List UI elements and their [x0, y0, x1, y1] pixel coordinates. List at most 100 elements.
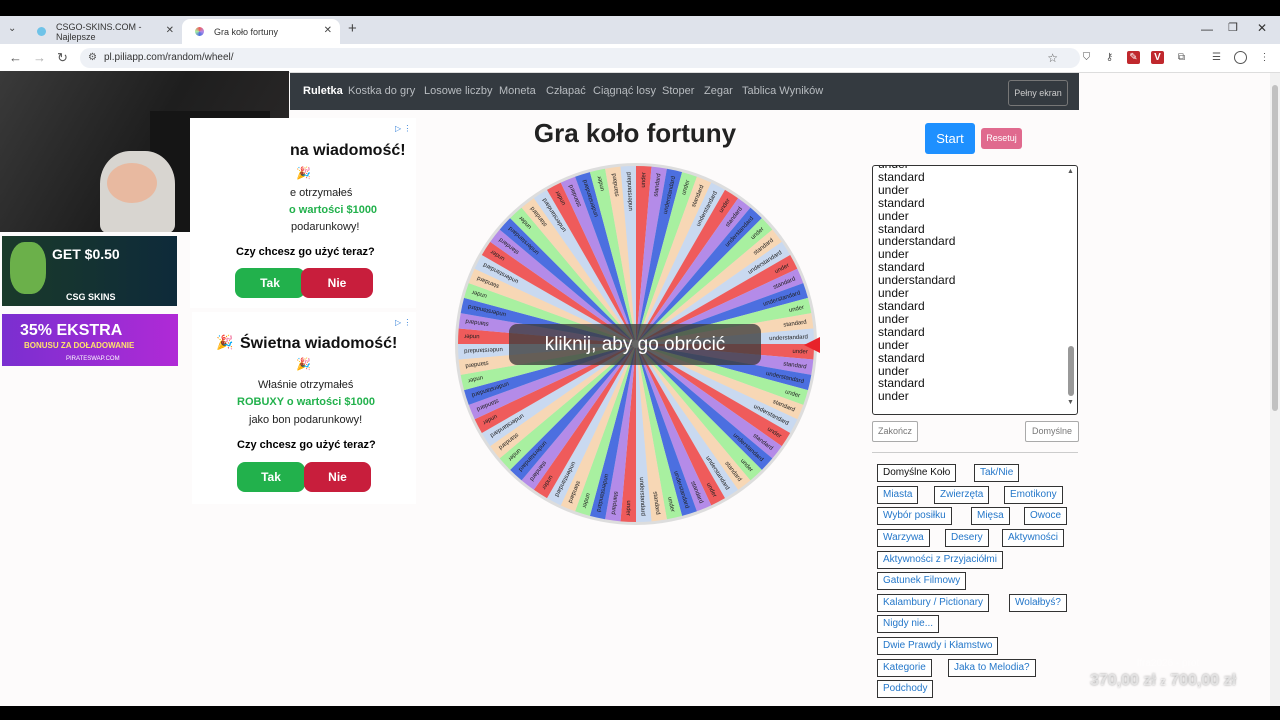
site-navbar: Ruletka Kostka do gry Losowe liczby Mone… — [290, 73, 1079, 110]
ad-card-1[interactable]: ▷ ⋮ na wiadomość! 🎉 e otrzymałeś o warto… — [190, 118, 416, 308]
maximize-icon[interactable]: ❐ — [1228, 21, 1238, 34]
wheel-segment-label: under — [464, 333, 480, 340]
preset-would-you-rather[interactable]: Wolałbyś? — [1009, 594, 1067, 612]
preset-yes-no[interactable]: Tak/Nie — [974, 464, 1020, 482]
os-bottom-bar — [0, 706, 1280, 720]
goal-separator: z — [1160, 676, 1166, 688]
preset-meal-choice[interactable]: Wybór posiłku — [877, 507, 952, 525]
reload-icon[interactable]: ↻ — [57, 50, 68, 66]
ad-choices-icon[interactable]: ▷ ⋮ — [395, 318, 411, 327]
preset-categories[interactable]: Kategorie — [877, 659, 932, 677]
wheel-hint-label[interactable]: kliknij, aby go obrócić — [509, 324, 761, 365]
tab-gra-kolo-fortuny[interactable]: Gra koło fortuny ✕ — [182, 19, 340, 44]
preset-meats[interactable]: Mięsa — [971, 507, 1010, 525]
preset-charades[interactable]: Kalambury / Pictionary — [877, 594, 990, 612]
reset-button[interactable]: Resetuj — [981, 128, 1022, 149]
preset-name-that-tune[interactable]: Jaka to Melodia? — [948, 659, 1036, 677]
ad-no-button[interactable]: Nie — [301, 268, 373, 298]
scroll-down-icon[interactable]: ▼ — [1067, 399, 1074, 406]
goal-current: 370,00 zł — [1090, 672, 1156, 689]
ad-card-2[interactable]: ▷ ⋮ 🎉 Świetna wiadomość! 🎉 Właśnie otrzy… — [192, 312, 416, 504]
wheel-segment-label: under — [625, 500, 632, 516]
textarea-scrollbar[interactable]: ▲ ▼ — [1067, 168, 1075, 412]
nav-czlapac[interactable]: Człapać — [546, 85, 586, 97]
nav-kostka[interactable]: Kostka do gry — [348, 85, 415, 97]
pen-extension-icon[interactable]: ✎ — [1127, 51, 1140, 64]
preset-cities[interactable]: Miasta — [877, 486, 919, 504]
finish-button[interactable]: Zakończ — [872, 421, 918, 442]
nav-moneta[interactable]: Moneta — [499, 85, 536, 97]
ad-title: na wiadomość! — [290, 142, 406, 159]
tab-csgo-skins[interactable]: CSGO-SKINS.COM - Najlepsze ✕ — [24, 19, 182, 44]
preset-activities[interactable]: Aktywności — [1002, 529, 1065, 547]
ad-yes-button[interactable]: Tak — [237, 462, 305, 492]
default-button[interactable]: Domyślne — [1025, 421, 1079, 442]
nav-tablica[interactable]: Tablica Wyników — [742, 85, 823, 97]
tab-favicon-icon — [37, 27, 46, 36]
preset-activities-friends[interactable]: Aktywności z Przyjaciółmi — [877, 551, 1003, 569]
site-info-icon[interactable]: ⚙ — [88, 48, 97, 68]
close-tab-icon[interactable]: ✕ — [166, 25, 174, 36]
ad-banner-pirateswap[interactable]: 35% EKSTRA BONUSU ZA DOŁADOWANIE PIRATES… — [2, 314, 178, 366]
tab-search-icon[interactable]: ⌄ — [8, 23, 16, 34]
nav-losowe-liczby[interactable]: Losowe liczby — [424, 85, 492, 97]
preset-never-have-i[interactable]: Nigdy nie... — [877, 615, 940, 633]
ad-yes-button[interactable]: Tak — [235, 268, 305, 298]
page-scroll-thumb[interactable] — [1272, 85, 1278, 411]
shield-extension-icon[interactable]: ⛉ — [1080, 51, 1093, 64]
preset-desserts[interactable]: Desery — [945, 529, 989, 547]
menu-kebab-icon[interactable]: ⋮ — [1258, 51, 1271, 64]
ad-brand: PIRATESWAP.COM — [66, 356, 120, 362]
preset-emoticons[interactable]: Emotikony — [1004, 486, 1063, 504]
divider — [872, 452, 1078, 453]
nav-zegar[interactable]: Zegar — [704, 85, 733, 97]
preset-two-truths[interactable]: Dwie Prawdy i Kłamstwo — [877, 637, 999, 655]
goal-total: 700,00 zł — [1170, 672, 1237, 689]
page-title: Gra koło fortuny — [533, 118, 737, 148]
close-window-icon[interactable]: ✕ — [1257, 21, 1267, 35]
ad-title: Świetna wiadomość! — [240, 335, 398, 352]
ad-line: Właśnie otrzymałeś — [258, 379, 354, 391]
page-scrollbar[interactable] — [1270, 73, 1280, 706]
preset-animals[interactable]: Zwierzęta — [934, 486, 990, 504]
ad-brand: CSG SKINS — [66, 292, 116, 302]
ad-highlight: ROBUXY o wartości $1000 — [237, 396, 375, 408]
nav-stoper[interactable]: Stoper — [662, 85, 694, 97]
preset-movie-genre[interactable]: Gatunek Filmowy — [877, 572, 967, 590]
stream-goal-overlay: 370,00 zł z 700,00 zł — [1090, 672, 1236, 690]
ad-choices-icon[interactable]: ▷ ⋮ — [395, 124, 411, 133]
close-tab-icon[interactable]: ✕ — [324, 25, 332, 36]
party-icon: 🎉 — [296, 166, 311, 180]
back-icon[interactable]: ← — [9, 50, 22, 65]
preset-fruits[interactable]: Owoce — [1024, 507, 1068, 525]
key-extension-icon[interactable]: ⚷ — [1103, 51, 1116, 64]
v-extension-icon[interactable]: V — [1151, 51, 1164, 64]
minimize-icon[interactable]: — — [1201, 22, 1213, 36]
media-list-icon[interactable]: ☰ — [1210, 51, 1223, 64]
address-bar[interactable]: ⚙ pl.piliapp.com/random/wheel/ ☆ — [80, 48, 1080, 68]
ad-mascot-image — [10, 242, 46, 294]
ad-line: podarunkowy! — [291, 221, 360, 233]
stream-overlay-label: lfra2026 - prot — [1137, 658, 1200, 669]
forward-icon[interactable]: → — [33, 50, 46, 65]
textarea-scroll-thumb[interactable] — [1068, 346, 1074, 396]
fullscreen-button[interactable]: Pełny ekran — [1008, 80, 1068, 106]
nav-losy[interactable]: Ciągnąć losy — [593, 85, 656, 97]
preset-scavenger-hunt[interactable]: Podchody — [877, 680, 934, 698]
ad-highlight: o wartości $1000 — [289, 204, 378, 216]
ad-no-button[interactable]: Nie — [304, 462, 371, 492]
ad-text: 35% EKSTRA — [20, 322, 123, 339]
nav-ruletka[interactable]: Ruletka — [303, 85, 343, 97]
new-tab-button[interactable]: + — [348, 20, 357, 37]
ad-line: jako bon podarunkowy! — [249, 414, 363, 426]
preset-vegetables[interactable]: Warzywa — [877, 529, 930, 547]
entries-textarea[interactable]: under standard under standard under stan… — [872, 165, 1078, 415]
ad-banner-csgo-skins[interactable]: GET $0.50 CSG SKINS — [2, 236, 177, 306]
start-button[interactable]: Start — [925, 123, 975, 154]
extensions-puzzle-icon[interactable]: ⧉ — [1175, 51, 1188, 64]
preset-default-wheel[interactable]: Domyślne Koło — [877, 464, 957, 482]
scroll-up-icon[interactable]: ▲ — [1067, 168, 1074, 175]
bookmark-star-icon[interactable]: ☆ — [1047, 48, 1058, 68]
entries-text: under standard under standard under stan… — [878, 166, 956, 404]
profile-icon[interactable] — [1234, 51, 1247, 64]
